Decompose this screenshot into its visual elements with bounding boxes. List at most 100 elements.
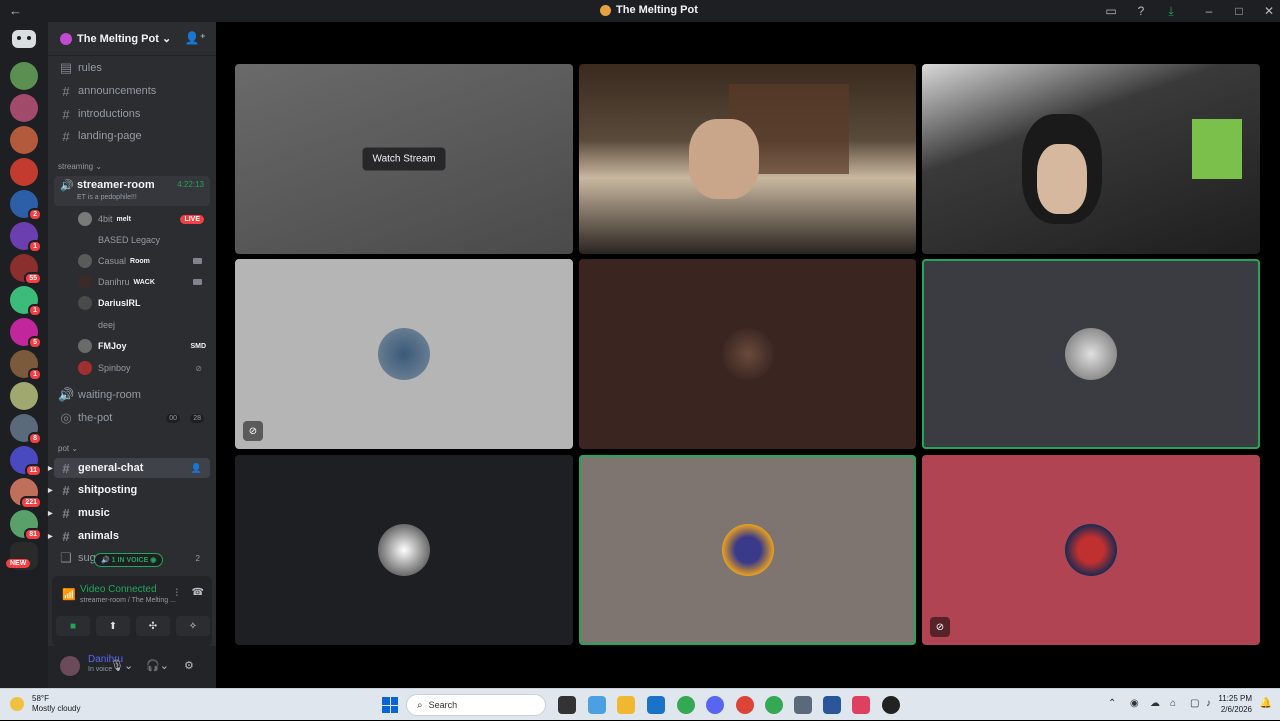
server-icon[interactable] bbox=[10, 126, 38, 154]
camera-button[interactable]: ■ bbox=[56, 616, 90, 636]
server-icon[interactable]: 55 bbox=[10, 254, 42, 285]
channel-shitposting[interactable]: ▶ # shitposting bbox=[48, 480, 210, 500]
in-voice-pill[interactable]: 🔊 1 IN VOICE ◉ bbox=[94, 553, 164, 567]
minimize-icon[interactable]: – bbox=[1198, 0, 1220, 22]
voice-status-title[interactable]: Video Connected bbox=[80, 584, 157, 595]
obs-icon[interactable] bbox=[882, 696, 900, 714]
server-icon[interactable] bbox=[10, 62, 38, 90]
category-streaming[interactable]: streaming ⌄ bbox=[58, 162, 102, 171]
taskbar-search[interactable]: ⌕ Search bbox=[406, 694, 546, 716]
voice-channel-waiting-room[interactable]: 🔊 waiting-room bbox=[54, 385, 210, 405]
webcam-tile[interactable] bbox=[922, 64, 1260, 254]
screenshare-button[interactable]: ⬆ bbox=[96, 616, 130, 636]
windows-start-icon[interactable] bbox=[382, 697, 398, 713]
participant-tile[interactable] bbox=[235, 455, 573, 645]
noise-suppression-icon[interactable]: ⫶ bbox=[176, 588, 179, 599]
channel-announcements[interactable]: # announcements bbox=[54, 81, 210, 101]
server-icon[interactable]: 8 bbox=[10, 414, 42, 445]
maximize-icon[interactable]: □ bbox=[1228, 0, 1250, 22]
file-explorer-icon[interactable] bbox=[617, 696, 635, 714]
cloud-icon[interactable]: ☁ bbox=[1150, 698, 1160, 709]
server-icon[interactable]: 2 bbox=[10, 190, 42, 221]
chrome-icon[interactable] bbox=[736, 696, 754, 714]
copilot-icon[interactable] bbox=[588, 696, 606, 714]
discord-icon[interactable] bbox=[706, 696, 724, 714]
server-icon[interactable] bbox=[10, 94, 38, 122]
back-arrow-icon[interactable]: ← bbox=[9, 3, 22, 18]
weather-widget[interactable]: 58°F Mostly cloudy bbox=[10, 694, 80, 714]
close-icon[interactable]: ✕ bbox=[1258, 0, 1280, 22]
signal-icon[interactable]: 📶 bbox=[62, 588, 76, 601]
voice-user[interactable]: Danihru WACK bbox=[78, 272, 210, 292]
participant-tile[interactable] bbox=[579, 259, 916, 449]
headphones-icon[interactable]: 🎧⌄ bbox=[146, 659, 169, 672]
download-icon[interactable]: ⤓ bbox=[1160, 0, 1182, 22]
voice-user[interactable]: DariusIRL bbox=[78, 293, 210, 313]
user-limit: 28 bbox=[190, 413, 204, 423]
server-icon[interactable] bbox=[10, 158, 38, 186]
participant-tile[interactable] bbox=[922, 259, 1260, 449]
voice-user[interactable]: 4bit melt LIVE bbox=[78, 209, 210, 229]
server-icon[interactable]: 81 bbox=[10, 510, 42, 541]
activity-button[interactable]: ✣ bbox=[136, 616, 170, 636]
user-tag: melt bbox=[116, 215, 131, 223]
participant-tile[interactable]: ⊘ bbox=[922, 455, 1260, 645]
channel-general-chat[interactable]: ▶ # general-chat 👤 bbox=[48, 458, 210, 478]
voice-user[interactable]: BASED Legacy bbox=[78, 230, 210, 250]
invite-people-icon[interactable]: 👤⁺ bbox=[185, 31, 206, 45]
clock[interactable]: 11:25 PM 2/6/2026 bbox=[1218, 693, 1252, 715]
channel-music[interactable]: ▶ # music bbox=[48, 503, 210, 523]
channel-landing-page[interactable]: # landing-page bbox=[54, 126, 210, 146]
voice-user[interactable]: deej bbox=[78, 315, 210, 335]
stream-tile[interactable]: Watch Stream bbox=[235, 64, 573, 254]
voice-user-name: deej bbox=[98, 320, 116, 330]
webcam-tile[interactable] bbox=[579, 64, 916, 254]
store-icon[interactable] bbox=[647, 696, 665, 714]
chrome-icon[interactable] bbox=[765, 696, 783, 714]
kick-server-icon[interactable]: NEW bbox=[6, 542, 38, 570]
disconnect-icon[interactable]: ☎ bbox=[192, 587, 204, 598]
category-pot[interactable]: pot ⌄ bbox=[58, 444, 78, 453]
avatar bbox=[721, 328, 774, 380]
server-icon[interactable]: 221 bbox=[10, 478, 42, 509]
server-icon[interactable] bbox=[10, 382, 38, 410]
network-icon[interactable]: ⌂ bbox=[1170, 698, 1176, 709]
chevron-up-icon[interactable]: ⌃ bbox=[1108, 698, 1116, 709]
notification-bell-icon[interactable]: 🔔 bbox=[1260, 698, 1272, 709]
channel-rules[interactable]: ▤ rules bbox=[54, 58, 210, 78]
settings-gear-icon[interactable]: ⚙ bbox=[184, 659, 194, 672]
voice-channel-the-pot[interactable]: ◎ the-pot 00 28 bbox=[54, 408, 210, 428]
microphone-icon[interactable]: 🎙⌄ bbox=[110, 659, 133, 672]
server-icon[interactable]: 1 bbox=[10, 286, 42, 317]
discord-home-icon[interactable] bbox=[12, 30, 36, 48]
server-icon[interactable]: 1 bbox=[10, 350, 42, 381]
help-icon[interactable]: ? bbox=[1130, 0, 1152, 22]
invite-icon[interactable]: 👤 bbox=[191, 463, 202, 474]
server-icon[interactable]: 1 bbox=[10, 222, 42, 253]
calculator-icon[interactable] bbox=[794, 696, 812, 714]
display-icon[interactable]: ▢ bbox=[1190, 698, 1199, 709]
voice-user[interactable]: FMJoy SMD bbox=[78, 336, 210, 356]
voice-channel-streamer-room[interactable]: 🔊 streamer-room 4:22:13 ET is a pedophil… bbox=[54, 176, 210, 206]
soundboard-button[interactable]: ✧ bbox=[176, 616, 210, 636]
snipping-tool-icon[interactable] bbox=[852, 696, 870, 714]
voice-status-subtitle[interactable]: streamer-room / The Melting ... bbox=[80, 597, 176, 604]
avatar[interactable] bbox=[60, 656, 80, 676]
server-name[interactable]: The Melting Pot ⌄ bbox=[77, 32, 171, 45]
channel-introductions[interactable]: # introductions bbox=[54, 104, 210, 124]
channel-animals[interactable]: ▶ # animals bbox=[48, 526, 210, 546]
server-header[interactable]: The Melting Pot ⌄ 👤⁺ bbox=[48, 22, 216, 56]
server-icon[interactable]: 5 bbox=[10, 318, 42, 349]
participant-tile[interactable] bbox=[579, 455, 916, 645]
task-view-icon[interactable] bbox=[558, 696, 576, 714]
watch-stream-button[interactable]: Watch Stream bbox=[362, 147, 446, 171]
voice-user[interactable]: Spinboy ⊘ bbox=[78, 358, 210, 378]
voice-user[interactable]: Casual Room bbox=[78, 251, 210, 271]
volume-icon[interactable]: ♪ bbox=[1206, 698, 1211, 709]
participant-tile[interactable]: ⊘ bbox=[235, 259, 573, 449]
word-icon[interactable] bbox=[823, 696, 841, 714]
server-icon[interactable]: 11 bbox=[10, 446, 42, 477]
tray-app-icon[interactable]: ◉ bbox=[1130, 698, 1139, 709]
inbox-icon[interactable]: ▭ bbox=[1100, 0, 1122, 22]
chrome-icon[interactable] bbox=[677, 696, 695, 714]
